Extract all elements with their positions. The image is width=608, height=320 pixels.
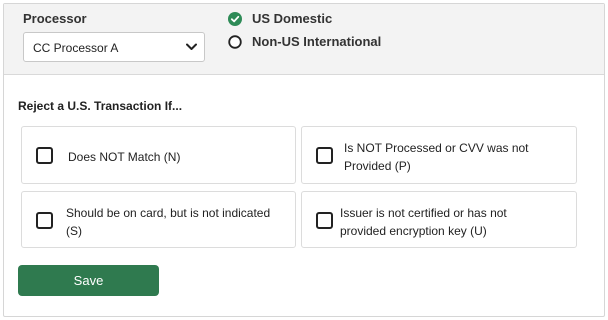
reject-option-not-indicated[interactable]: Should be on card, but is not indicated … — [21, 191, 296, 248]
radio-empty-icon — [228, 35, 242, 49]
processor-region-bar: Processor CC Processor A US Domestic Non… — [4, 4, 604, 75]
checkbox-not-certified[interactable] — [316, 212, 333, 229]
save-button[interactable]: Save — [18, 265, 159, 296]
reject-section-title: Reject a U.S. Transaction If... — [18, 99, 183, 113]
checkbox-not-processed[interactable] — [316, 147, 333, 164]
reject-option-label: Should be on card, but is not indicated … — [66, 206, 271, 238]
reject-option-not-processed[interactable]: Is NOT Processed or CVV was not Provided… — [301, 126, 577, 184]
processor-select[interactable]: CC Processor A — [23, 32, 205, 62]
avs-settings-panel: Processor CC Processor A US Domestic Non… — [3, 3, 605, 317]
checkbox-not-indicated[interactable] — [36, 212, 53, 229]
processor-label: Processor — [23, 11, 87, 26]
check-circle-icon — [228, 12, 242, 26]
reject-option-no-match[interactable]: Does NOT Match (N) — [21, 126, 296, 184]
processor-select-value: CC Processor A — [33, 41, 119, 55]
radio-label-non-us-international: Non-US International — [252, 34, 382, 49]
reject-option-label: Does NOT Match (N) — [68, 150, 181, 164]
reject-option-label: Is NOT Processed or CVV was not Provided… — [344, 141, 529, 173]
chevron-down-icon — [186, 43, 197, 50]
reject-option-not-certified[interactable]: Issuer is not certified or has not provi… — [301, 191, 577, 248]
checkbox-no-match[interactable] — [36, 147, 53, 164]
reject-option-label: Issuer is not certified or has not provi… — [340, 206, 507, 238]
radio-label-us-domestic: US Domestic — [252, 11, 333, 26]
